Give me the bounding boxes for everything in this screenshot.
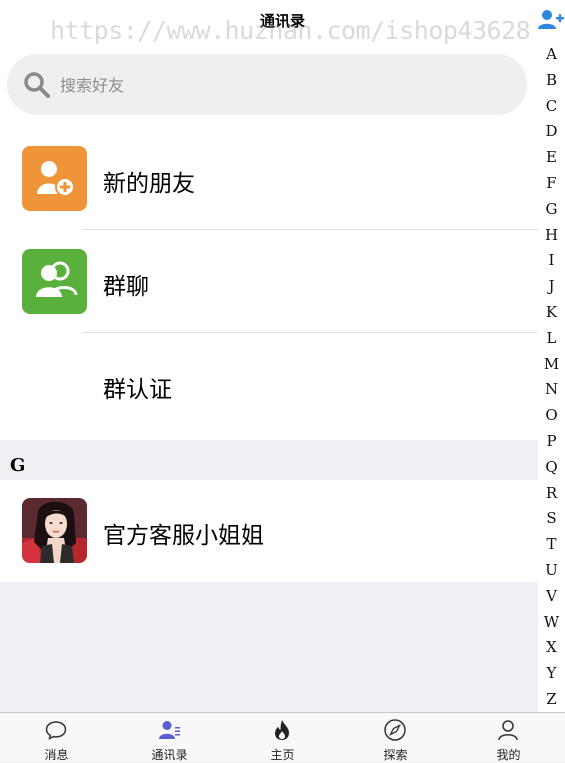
chat-bubble-icon xyxy=(45,721,67,740)
alphabet-letter-x[interactable]: X xyxy=(538,638,565,656)
search-input[interactable] xyxy=(60,73,500,97)
tab-bar: 消息 通讯录 主页 探索 我的 xyxy=(0,712,565,762)
add-friend-button[interactable] xyxy=(538,8,564,32)
tab-messages[interactable]: 消息 xyxy=(0,713,113,762)
alphabet-index[interactable]: ABCDEFGHIJKLMNOPQRSTUVWXYZ xyxy=(538,42,565,712)
alphabet-letter-z[interactable]: Z xyxy=(538,690,565,708)
alphabet-letter-p[interactable]: P xyxy=(538,432,565,450)
alphabet-letter-v[interactable]: V xyxy=(538,587,565,605)
alphabet-letter-a[interactable]: A xyxy=(538,45,565,63)
alphabet-letter-l[interactable]: L xyxy=(538,329,565,347)
alphabet-letter-c[interactable]: C xyxy=(538,97,565,115)
alphabet-letter-e[interactable]: E xyxy=(538,148,565,166)
tab-me[interactable]: 我的 xyxy=(452,713,565,762)
group-chat-row[interactable]: 群聊 xyxy=(0,231,538,334)
tab-home-label: 主页 xyxy=(270,748,295,762)
alphabet-letter-d[interactable]: D xyxy=(538,122,565,140)
alphabet-letter-t[interactable]: T xyxy=(538,535,565,553)
group-chat-label: 群聊 xyxy=(103,274,149,300)
divider xyxy=(82,229,538,230)
contacts-icon xyxy=(159,721,180,739)
section-header-g: G xyxy=(0,440,538,480)
alphabet-letter-i[interactable]: I xyxy=(538,251,565,269)
alphabet-letter-g[interactable]: G xyxy=(538,200,565,218)
alphabet-letter-k[interactable]: K xyxy=(538,303,565,321)
new-friends-label: 新的朋友 xyxy=(103,171,195,197)
new-friends-row[interactable]: 新的朋友 xyxy=(0,128,538,231)
compass-icon xyxy=(384,719,406,741)
new-friend-icon xyxy=(22,146,87,211)
tab-messages-label: 消息 xyxy=(44,748,69,762)
section-letter: G xyxy=(10,455,26,476)
alphabet-letter-n[interactable]: N xyxy=(538,380,565,398)
group-verify-label: 群认证 xyxy=(103,377,172,403)
alphabet-letter-q[interactable]: Q xyxy=(538,458,565,476)
alphabet-letter-m[interactable]: M xyxy=(538,355,565,373)
group-verify-row[interactable]: 群认证 xyxy=(0,334,538,437)
divider xyxy=(82,332,538,333)
avatar xyxy=(22,498,87,563)
alphabet-letter-r[interactable]: R xyxy=(538,484,565,502)
add-person-icon xyxy=(538,10,564,29)
alphabet-letter-y[interactable]: Y xyxy=(538,664,565,682)
tab-explore[interactable]: 探索 xyxy=(339,713,452,762)
tab-contacts[interactable]: 通讯录 xyxy=(113,713,226,762)
alphabet-letter-s[interactable]: S xyxy=(538,509,565,527)
tab-explore-label: 探索 xyxy=(383,748,408,762)
alphabet-letter-b[interactable]: B xyxy=(538,71,565,89)
tab-home[interactable]: 主页 xyxy=(226,713,339,762)
group-chat-icon xyxy=(22,249,87,314)
alphabet-letter-f[interactable]: F xyxy=(538,174,565,192)
tab-me-label: 我的 xyxy=(496,748,521,762)
search-icon xyxy=(24,72,50,98)
alphabet-letter-h[interactable]: H xyxy=(538,226,565,244)
alphabet-letter-j[interactable]: J xyxy=(538,277,565,295)
person-icon xyxy=(498,720,518,741)
alphabet-letter-u[interactable]: U xyxy=(538,561,565,579)
tab-contacts-label: 通讯录 xyxy=(151,748,188,762)
contact-name: 官方客服小姐姐 xyxy=(103,523,264,549)
search-bar[interactable] xyxy=(7,54,527,115)
alphabet-letter-o[interactable]: O xyxy=(538,406,565,424)
contact-row[interactable]: 官方客服小姐姐 xyxy=(0,480,538,582)
watermark-text: https://www.huzhan.com/ishop43628 xyxy=(50,16,531,45)
alphabet-letter-w[interactable]: W xyxy=(538,613,565,631)
flame-icon xyxy=(275,720,289,740)
